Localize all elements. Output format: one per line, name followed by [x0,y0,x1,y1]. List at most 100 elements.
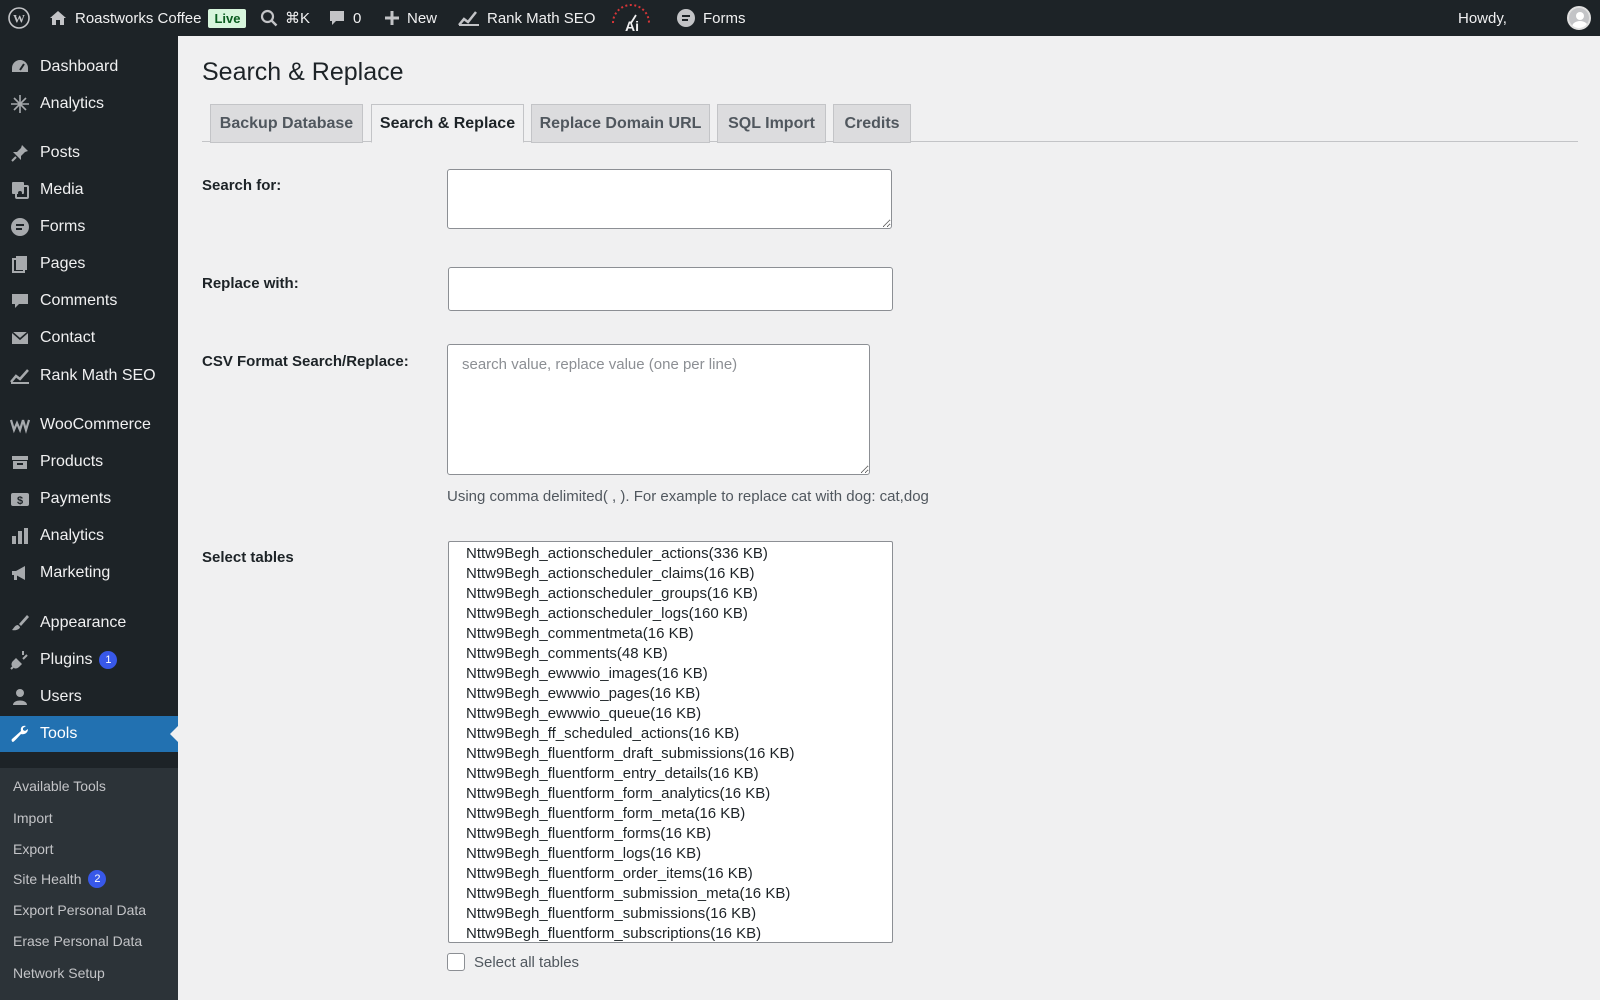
table-option[interactable]: Nttw9Begh_ewwwio_pages(16 KB) [466,684,892,704]
woocommerce-icon [0,415,40,435]
envelope-icon [0,328,40,348]
table-option[interactable]: Nttw9Begh_fluentform_submission_meta(16 … [466,884,892,904]
sidebar-item-forms[interactable]: Forms [0,209,178,245]
submenu-import[interactable]: Import [13,810,53,826]
sidebar-item-rank-math-seo[interactable]: Rank Math SEO [0,358,178,394]
submenu-available-tools[interactable]: Available Tools [13,778,106,794]
comment-bubble-icon [328,9,346,27]
tab-backup-database[interactable]: Backup Database [210,104,363,143]
sidebar-item-media[interactable]: Media [0,172,178,208]
svg-text:$: $ [17,495,23,507]
select-all-checkbox[interactable] [447,953,465,971]
table-option[interactable]: Nttw9Begh_fluentform_subscriptions(16 KB… [466,924,892,942]
comments-link[interactable]: 0 [328,0,361,36]
sidebar-item-products[interactable]: Products [0,444,178,480]
admin-sidebar: Dashboard Analytics Posts Media Forms Pa… [0,36,178,1000]
table-option[interactable]: Nttw9Begh_fluentform_submissions(16 KB) [466,904,892,924]
ai-gauge-icon[interactable]: Ai [610,0,652,36]
sidebar-item-label: Products [40,453,104,470]
plugin-icon [0,650,40,670]
sidebar-item-label: Payments [40,490,112,507]
rank-math-icon [458,9,480,27]
sidebar-item-label: Rank Math SEO [40,367,156,384]
sidebar-item-posts[interactable]: Posts [0,135,178,171]
tab-search-replace[interactable]: Search & Replace [371,104,524,143]
table-option[interactable]: Nttw9Begh_fluentform_form_analytics(16 K… [466,784,892,804]
sidebar-item-pages[interactable]: Pages [0,246,178,282]
sidebar-item-contact[interactable]: Contact [0,320,178,356]
table-option[interactable]: Nttw9Begh_actionscheduler_logs(160 KB) [466,604,892,624]
search-for-field[interactable] [447,169,892,229]
sidebar-item-analytics-woo[interactable]: Analytics [0,518,178,554]
site-health-badge: 2 [88,870,107,888]
user-avatar[interactable] [1567,0,1591,36]
rank-math-link[interactable]: Rank Math SEO [458,0,595,36]
select-all-tables[interactable]: Select all tables [447,953,579,971]
wordpress-logo-icon[interactable]: W [8,0,30,36]
rank-math-icon [0,366,40,386]
submenu-network-setup[interactable]: Network Setup [13,965,105,981]
svg-text:W: W [13,12,25,26]
sidebar-item-label: Analytics [40,527,105,544]
sidebar-item-users[interactable]: Users [0,679,178,715]
table-option[interactable]: Nttw9Begh_commentmeta(16 KB) [466,624,892,644]
site-name-link[interactable]: Roastworks Coffee Live [48,0,247,36]
new-content-link[interactable]: New [384,0,437,36]
sidebar-item-tools[interactable]: Tools [0,716,178,752]
paintbrush-icon [0,613,40,633]
table-option[interactable]: Nttw9Begh_actionscheduler_actions(336 KB… [466,544,892,564]
forms-icon [0,217,40,237]
table-option[interactable]: Nttw9Begh_comments(48 KB) [466,644,892,664]
table-option[interactable]: Nttw9Begh_fluentform_form_meta(16 KB) [466,804,892,824]
submenu-export-personal-data[interactable]: Export Personal Data [13,902,146,918]
tab-credits[interactable]: Credits [833,104,911,143]
command-palette-button[interactable]: ⌘K [260,0,310,36]
table-option[interactable]: Nttw9Begh_fluentform_entry_details(16 KB… [466,764,892,784]
home-icon [48,8,68,28]
forms-icon [676,8,696,28]
howdy-text[interactable]: Howdy, [1458,0,1507,36]
table-option[interactable]: Nttw9Begh_ewwwio_queue(16 KB) [466,704,892,724]
sidebar-item-woocommerce[interactable]: WooCommerce [0,407,178,443]
search-for-label: Search for: [202,177,282,194]
table-option[interactable]: Nttw9Begh_fluentform_order_items(16 KB) [466,864,892,884]
table-option[interactable]: Nttw9Begh_actionscheduler_claims(16 KB) [466,564,892,584]
page-title: Search & Replace [202,58,404,86]
table-option[interactable]: Nttw9Begh_fluentform_draft_submissions(1… [466,744,892,764]
sidebar-item-dashboard[interactable]: Dashboard [0,49,178,85]
submenu-site-health[interactable]: Site Health 2 [13,870,107,888]
sidebar-item-payments[interactable]: $ Payments [0,481,178,517]
table-option[interactable]: Nttw9Begh_ewwwio_images(16 KB) [466,664,892,684]
tab-replace-domain-url[interactable]: Replace Domain URL [531,104,710,143]
sidebar-item-label: Forms [40,218,86,235]
replace-with-field[interactable] [448,267,893,311]
csv-format-field[interactable] [447,344,870,475]
sidebar-item-comments[interactable]: Comments [0,283,178,319]
submenu-erase-personal-data[interactable]: Erase Personal Data [13,933,142,949]
wrench-icon [0,724,40,744]
sidebar-item-label: Posts [40,144,81,161]
sidebar-item-plugins[interactable]: Plugins 1 [0,642,178,678]
forms-link[interactable]: Forms [676,0,746,36]
sidebar-item-label: Tools [40,725,78,742]
tables-multiselect[interactable]: Nttw9Begh_actionscheduler_actions(336 KB… [448,541,893,943]
plugins-update-badge: 1 [99,651,118,669]
sidebar-item-label: Pages [40,255,86,272]
select-all-label: Select all tables [474,953,580,971]
table-option[interactable]: Nttw9Begh_ff_scheduled_actions(16 KB) [466,724,892,744]
sidebar-item-marketing[interactable]: Marketing [0,555,178,591]
main-content: Search & Replace Backup Database Search … [178,36,1600,1000]
sidebar-item-appearance[interactable]: Appearance [0,605,178,641]
sidebar-item-label: Comments [40,292,118,309]
comments-count: 0 [353,9,362,27]
tab-sql-import[interactable]: SQL Import [717,104,826,143]
table-option[interactable]: Nttw9Begh_fluentform_forms(16 KB) [466,824,892,844]
user-icon [0,687,40,707]
table-option[interactable]: Nttw9Begh_actionscheduler_groups(16 KB) [466,584,892,604]
sidebar-item-analytics[interactable]: Analytics [0,86,178,122]
table-option[interactable]: Nttw9Begh_fluentform_logs(16 KB) [466,844,892,864]
submenu-export[interactable]: Export [13,841,53,857]
sidebar-item-label: Analytics [40,95,105,112]
pages-icon [0,254,40,274]
sidebar-item-label: Dashboard [40,58,119,75]
